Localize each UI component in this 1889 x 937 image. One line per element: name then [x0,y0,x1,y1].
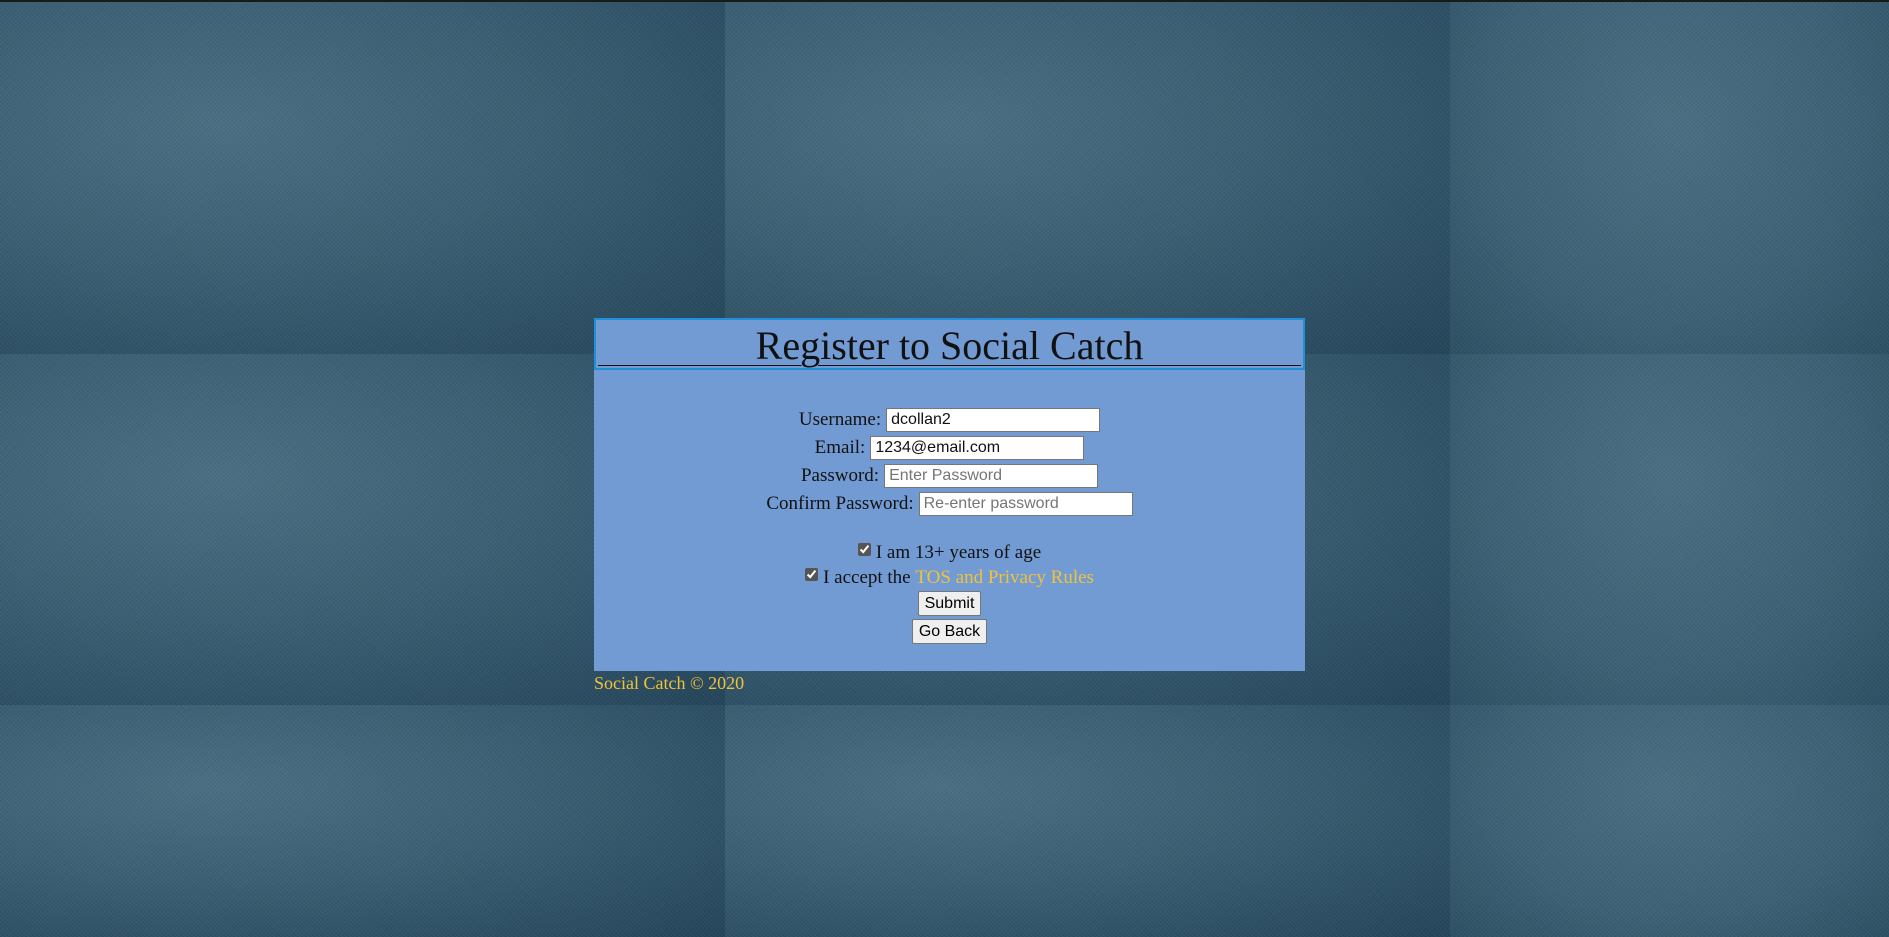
username-row: Username: [798,406,1101,434]
background-tile [1450,2,1889,354]
footer-copyright: Social Catch © 2020 [594,673,745,693]
confirm-password-input[interactable] [918,492,1133,516]
agreement-checks: I am 13+ years of age I accept the TOS a… [805,540,1094,644]
tos-check-row: I accept the TOS and Privacy Rules [805,565,1094,590]
email-input[interactable] [870,436,1085,460]
age-check-label: I am 13+ years of age [875,541,1042,563]
go-back-button[interactable]: Go Back [911,619,988,644]
username-input[interactable] [886,408,1101,432]
background-tile [725,2,1450,354]
background-tile [0,2,725,354]
page-title: Register to Social Catch [597,324,1302,368]
submit-button[interactable]: Submit [917,591,982,616]
password-input[interactable] [884,464,1099,488]
email-label: Email: [814,437,866,458]
background-tile [1450,705,1889,937]
tos-link[interactable]: TOS and Privacy Rules [915,567,1094,589]
email-row: Email: [815,434,1085,462]
tos-check-label: I accept the [823,566,916,588]
panel-header: Register to Social Catch [594,318,1305,370]
register-panel: Register to Social Catch Username: Email… [594,318,1305,671]
confirm-password-row: Confirm Password: [766,490,1133,518]
username-label: Username: [798,409,882,430]
age-check-row: I am 13+ years of age [857,540,1042,565]
age-checkbox[interactable] [857,543,871,556]
background-tile [0,705,725,937]
tos-checkbox[interactable] [805,568,819,581]
password-row: Password: [800,462,1099,490]
background-tile [1450,354,1889,705]
confirm-password-label: Confirm Password: [766,493,914,514]
password-label: Password: [800,465,880,486]
background-tile [725,705,1450,937]
register-form: Username: Email: Password: Confirm Passw… [594,406,1305,644]
